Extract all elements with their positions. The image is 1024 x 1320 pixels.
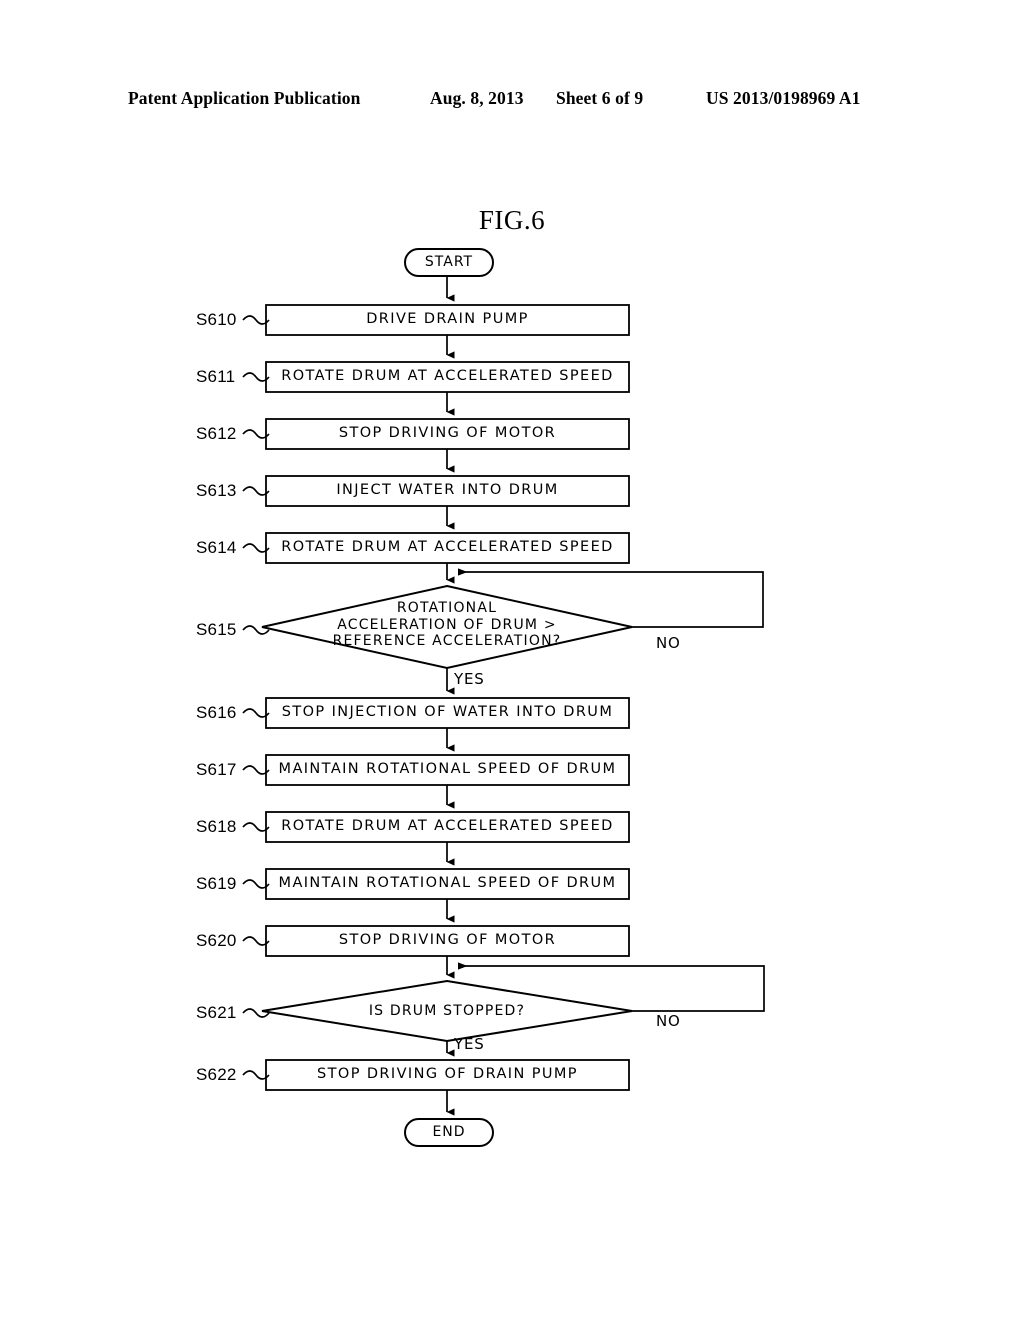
process-label-s618: ROTATE DRUM AT ACCELERATED SPEED xyxy=(281,818,614,835)
branch-label-s621-no: NO xyxy=(656,1012,681,1030)
step-ref-s616: S616 xyxy=(196,703,237,722)
process-label-s616: STOP INJECTION OF WATER INTO DRUM xyxy=(281,704,614,721)
decision-label-s615-line1: ROTATIONAL xyxy=(396,600,498,616)
start-terminal-label: START xyxy=(424,254,474,271)
process-label-s610: DRIVE DRAIN PUMP xyxy=(366,311,529,328)
process-label-s613: INJECT WATER INTO DRUM xyxy=(336,482,559,499)
decision-label-s615-line2: ACCELERATION OF DRUM > xyxy=(337,616,557,633)
flowchart-diagram xyxy=(242,248,765,1147)
step-ref-s614: S614 xyxy=(196,538,237,557)
branch-label-s615-no: NO xyxy=(656,634,681,652)
branch-label-s615-yes: YES xyxy=(454,670,485,688)
step-ref-s611: S611 xyxy=(196,367,236,386)
decision-label-s615: ROTATIONAL ACCELERATION OF DRUM > REFERE… xyxy=(262,600,632,650)
process-label-s620: STOP DRIVING OF MOTOR xyxy=(338,932,557,949)
decision-label-s621: IS DRUM STOPPED? xyxy=(262,1003,632,1020)
step-ref-s618: S618 xyxy=(196,817,237,836)
step-ref-s617: S617 xyxy=(196,760,237,779)
step-ref-s610: S610 xyxy=(196,310,237,329)
process-label-s612: STOP DRIVING OF MOTOR xyxy=(338,425,557,442)
step-ref-s619: S619 xyxy=(196,874,237,893)
process-label-s617: MAINTAIN ROTATIONAL SPEED OF DRUM xyxy=(278,761,617,778)
step-ref-s612: S612 xyxy=(196,424,237,443)
decision-label-s621-line1: IS DRUM STOPPED? xyxy=(368,1003,526,1019)
end-terminal-label: END xyxy=(432,1124,466,1141)
decision-label-s615-line3: REFERENCE ACCELERATION? xyxy=(332,633,562,650)
process-label-s619: MAINTAIN ROTATIONAL SPEED OF DRUM xyxy=(278,875,617,892)
process-label-s614: ROTATE DRUM AT ACCELERATED SPEED xyxy=(281,539,614,556)
branch-label-s621-yes: YES xyxy=(454,1035,485,1053)
step-ref-s620: S620 xyxy=(196,931,237,950)
step-ref-s613: S613 xyxy=(196,481,237,500)
step-ref-s621: S621 xyxy=(196,1003,237,1022)
step-ref-s615: S615 xyxy=(196,620,237,639)
process-label-s611: ROTATE DRUM AT ACCELERATED SPEED xyxy=(281,368,614,385)
process-label-s622: STOP DRIVING OF DRAIN PUMP xyxy=(317,1066,578,1083)
step-ref-s622: S622 xyxy=(196,1065,237,1084)
